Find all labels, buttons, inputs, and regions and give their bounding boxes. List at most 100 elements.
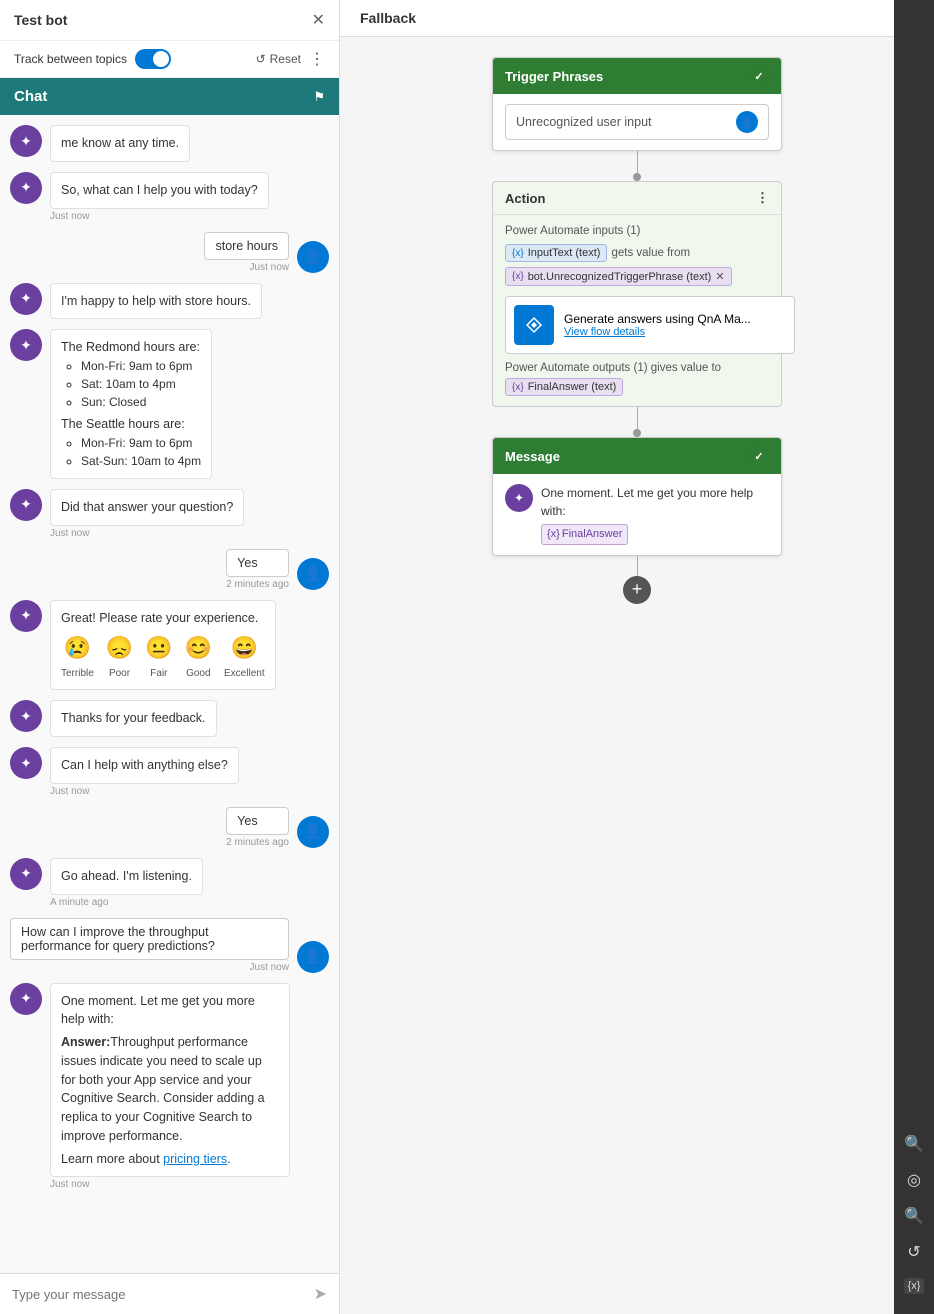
user-bubble: store hours: [204, 232, 289, 260]
bot-message-row: ✦ So, what can I help you with today? Ju…: [10, 172, 329, 222]
more-options-icon[interactable]: ⋮: [309, 49, 325, 69]
bot-avatar: ✦: [10, 700, 42, 732]
track-toggle[interactable]: [135, 49, 171, 69]
pricing-link[interactable]: pricing tiers: [163, 1152, 227, 1166]
timestamp: Just now: [50, 528, 244, 539]
flag-icon[interactable]: ⚑: [313, 89, 325, 105]
zoom-out-button[interactable]: 🔍: [904, 1206, 924, 1226]
fair-emoji: 😐: [145, 631, 172, 664]
user-message-row: store hours Just now 👤: [10, 232, 329, 273]
user-bubble: How can I improve the throughput perform…: [10, 918, 289, 960]
final-answer-var: {x} FinalAnswer: [541, 524, 769, 545]
bot-bubble-hours: The Redmond hours are: Mon-Fri: 9am to 6…: [50, 329, 212, 479]
var-name: FinalAnswer: [562, 526, 623, 543]
bot-bubble: Did that answer your question?: [50, 489, 244, 526]
timestamp: 2 minutes ago: [226, 579, 289, 590]
message-bot-icon: ✦: [505, 484, 533, 512]
remove-tag-icon[interactable]: ✕: [715, 270, 724, 283]
gets-value-label: gets value from: [611, 247, 690, 259]
bot-bubble: Go ahead. I'm listening.: [50, 858, 203, 895]
connector-line: [637, 151, 638, 181]
send-icon[interactable]: ➤: [314, 1284, 327, 1304]
trigger-phrase-var-label: bot.UnrecognizedTriggerPhrase (text): [528, 271, 712, 283]
chat-area: ✦ me know at any time. ✦ So, what can I …: [0, 115, 339, 1273]
rating-excellent[interactable]: 😄 Excellent: [224, 631, 265, 681]
rating-terrible[interactable]: 😢 Terrible: [61, 631, 94, 681]
final-answer-row: {x} FinalAnswer (text): [505, 378, 769, 396]
message-card-header: Message ✓: [493, 438, 781, 474]
bot-avatar: ✦: [10, 489, 42, 521]
bot-message-row: ✦ I'm happy to help with store hours.: [10, 283, 329, 320]
bot-avatar: ✦: [10, 125, 42, 157]
bot-bubble: Thanks for your feedback.: [50, 700, 217, 737]
rating-poor[interactable]: 😞 Poor: [106, 631, 133, 681]
bot-message-row: ✦ The Redmond hours are: Mon-Fri: 9am to…: [10, 329, 329, 479]
pa-tag-row: {x} InputText (text) gets value from: [505, 243, 769, 263]
user-avatar: 👤: [297, 241, 329, 273]
action-body: Power Automate inputs (1) {x} InputText …: [493, 215, 781, 406]
right-panel: Fallback Trigger Phrases ✓ Unrecognized …: [340, 0, 934, 1314]
action-more-icon[interactable]: ⋮: [756, 190, 769, 206]
toolbar-right: ↺ Reset ⋮: [256, 49, 325, 69]
user-message-row: How can I improve the throughput perform…: [10, 918, 329, 973]
input-text-tag: {x} InputText (text): [505, 244, 607, 262]
bot-message-row: ✦ Go ahead. I'm listening. A minute ago: [10, 858, 329, 908]
final-answer-label: FinalAnswer (text): [528, 381, 617, 393]
bot-bubble: me know at any time.: [50, 125, 190, 162]
bot-bubble: Great! Please rate your experience. 😢 Te…: [50, 600, 276, 691]
user-avatar: 👤: [297, 941, 329, 973]
connector-line-2: [637, 407, 638, 437]
trigger-phrase-input[interactable]: Unrecognized user input 👤: [505, 104, 769, 140]
good-label: Good: [186, 666, 210, 681]
user-bubble: Yes: [226, 549, 289, 577]
terrible-label: Terrible: [61, 666, 94, 681]
message-card-body: ✦ One moment. Let me get you more help w…: [493, 474, 781, 555]
variable-icon2: {x}: [512, 271, 524, 282]
action-header: Action ⋮: [493, 182, 781, 215]
bot-bubble: I'm happy to help with store hours.: [50, 283, 262, 320]
qna-icon: [514, 305, 554, 345]
target-button[interactable]: ◎: [907, 1170, 921, 1190]
title-bar: Test bot ✕: [0, 0, 339, 41]
bot-bubble: So, what can I help you with today?: [50, 172, 269, 209]
var-icon: {x}: [547, 526, 560, 543]
bot-bubble: Can I help with anything else?: [50, 747, 239, 784]
bot-avatar: ✦: [10, 983, 42, 1015]
toggle-knob: [153, 51, 169, 67]
bot-message-row: ✦ Thanks for your feedback.: [10, 700, 329, 737]
timestamp: Just now: [10, 962, 289, 973]
message-input[interactable]: [12, 1287, 314, 1302]
rating-fair[interactable]: 😐 Fair: [145, 631, 172, 681]
message-input-area: ➤: [0, 1273, 339, 1314]
bot-message-row: ✦ One moment. Let me get you more help w…: [10, 983, 329, 1191]
poor-label: Poor: [109, 666, 130, 681]
timestamp: Just now: [50, 786, 239, 797]
reset-icon: ↺: [256, 52, 266, 66]
pa-outputs-label: Power Automate outputs (1) gives value t…: [505, 362, 769, 374]
timestamp: A minute ago: [50, 897, 203, 908]
check-icon: ✓: [749, 66, 769, 86]
close-icon[interactable]: ✕: [312, 10, 325, 30]
message-text: One moment. Let me get you more help wit…: [541, 484, 769, 520]
bot-avatar: ✦: [10, 600, 42, 632]
timestamp: 2 minutes ago: [226, 837, 289, 848]
rating-row: 😢 Terrible 😞 Poor 😐 Fair 😊: [61, 631, 265, 681]
user-avatar: 👤: [297, 816, 329, 848]
reset-button[interactable]: ↺ Reset: [256, 52, 301, 66]
view-flow-link[interactable]: View flow details: [564, 326, 751, 338]
fair-label: Fair: [150, 666, 167, 681]
right-toolbar: 🔍 ◎ 🔍 ↺ {x}: [894, 0, 934, 1314]
app-title: Test bot: [14, 12, 67, 28]
poor-emoji: 😞: [106, 631, 133, 664]
rating-good[interactable]: 😊 Good: [185, 631, 212, 681]
qna-info: Generate answers using QnA Ma... View fl…: [564, 312, 751, 338]
trigger-phrases-header: Trigger Phrases ✓: [493, 58, 781, 94]
reset-view-button[interactable]: ↺: [907, 1242, 920, 1262]
flow-area: Trigger Phrases ✓ Unrecognized user inpu…: [340, 37, 934, 1314]
variables-button[interactable]: {x}: [904, 1278, 925, 1294]
trigger-phrase-text: Unrecognized user input: [516, 115, 652, 129]
add-button[interactable]: +: [623, 576, 651, 604]
toolbar: Track between topics ↺ Reset ⋮: [0, 41, 339, 78]
zoom-in-button[interactable]: 🔍: [904, 1134, 924, 1154]
connector-dot: [633, 173, 641, 181]
